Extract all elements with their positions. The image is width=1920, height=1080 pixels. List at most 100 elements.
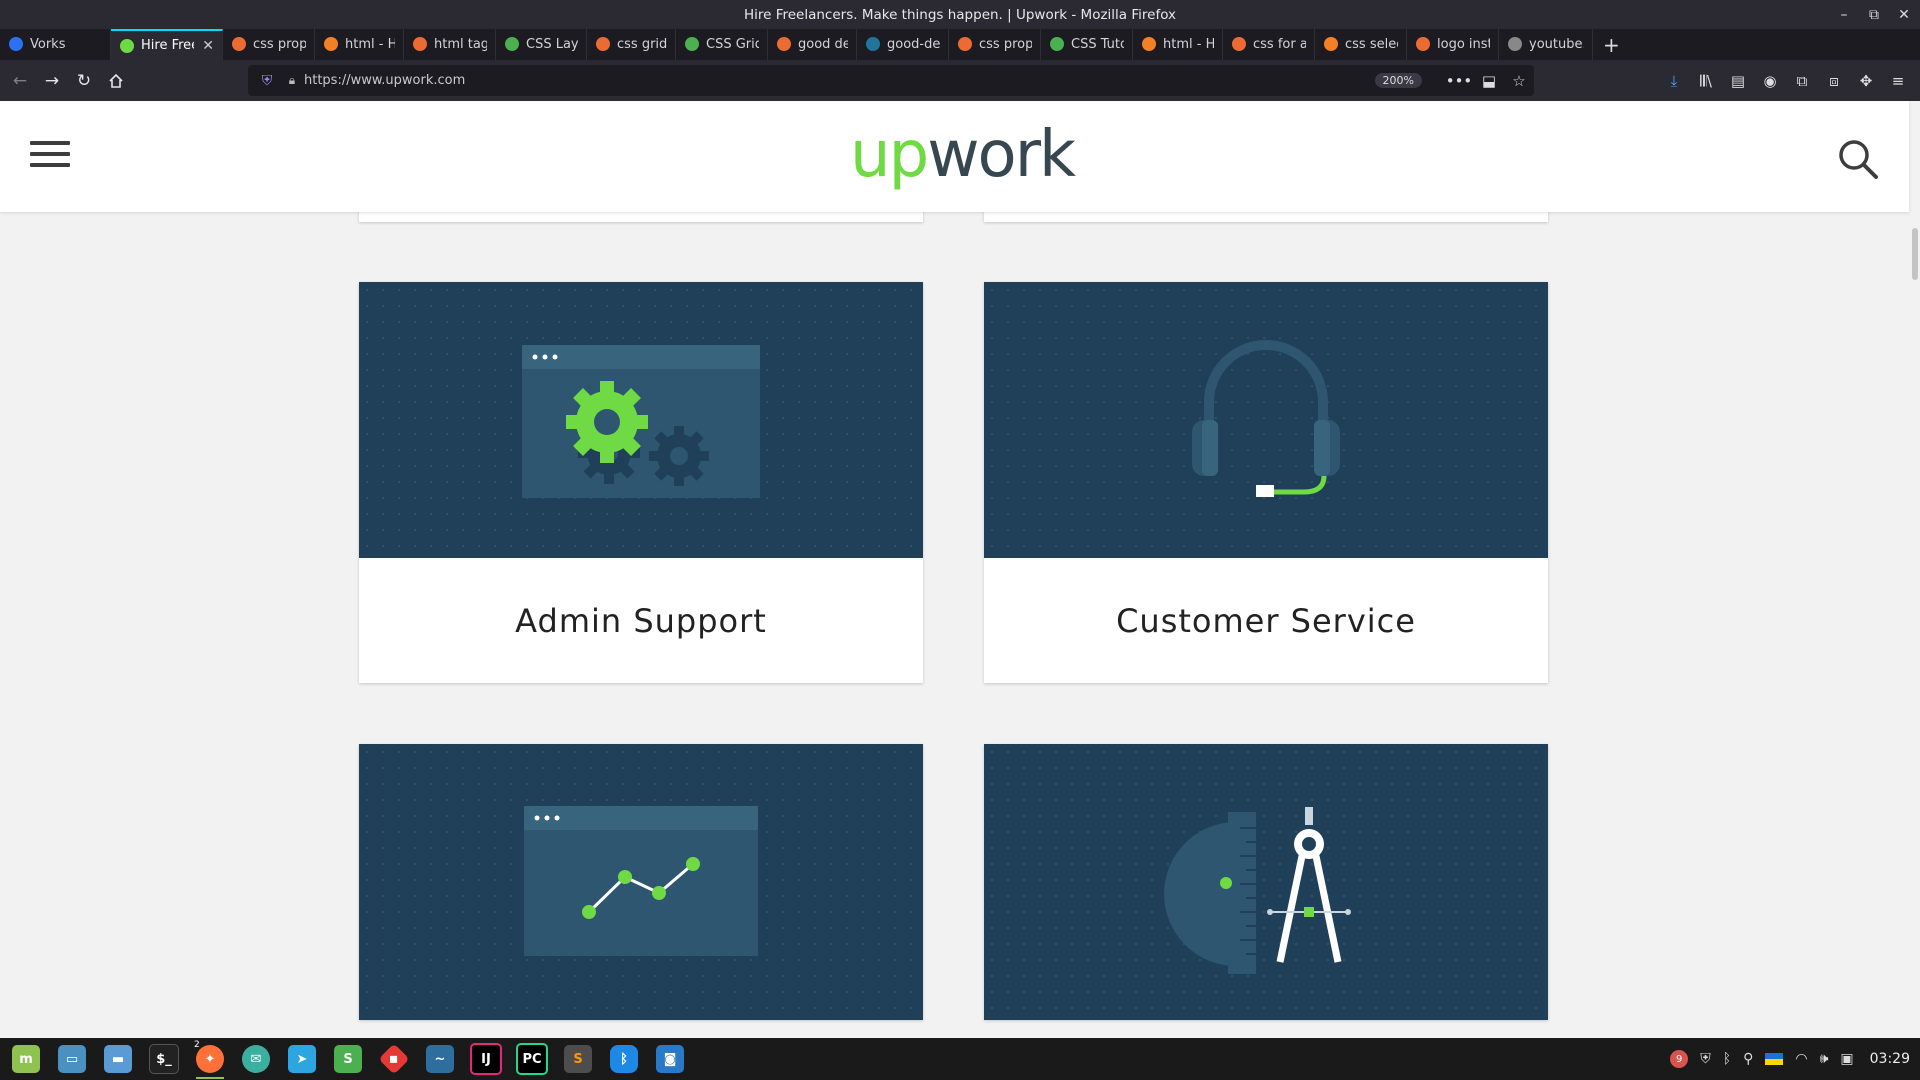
scrollbar-track[interactable]	[1909, 212, 1920, 1038]
forward-button[interactable]: →	[36, 65, 68, 97]
new-tab-button[interactable]: +	[1593, 29, 1630, 60]
bluetooth-icon: ᛒ	[610, 1045, 638, 1073]
browser-tab[interactable]: html - How	[315, 29, 404, 60]
category-card-admin-support[interactable]: Admin Support	[359, 282, 923, 683]
browser-tab[interactable]: css propert	[949, 29, 1041, 60]
volume-icon[interactable]: 🕪︎	[1820, 1051, 1829, 1067]
minimize-button[interactable]: –	[1836, 7, 1852, 23]
taskbar-slack[interactable]: S	[328, 1042, 368, 1076]
clipboard-icon[interactable]: ▣	[1840, 1051, 1853, 1067]
bluetooth-tray-icon[interactable]: ᛒ	[1723, 1051, 1731, 1067]
folder-icon: ▬	[104, 1045, 132, 1073]
library-icon[interactable]: 𝄃𝄃\	[1690, 72, 1722, 90]
taskbar-files[interactable]: ▬	[98, 1042, 138, 1076]
browser-tab[interactable]: CSS Grid Co	[676, 29, 768, 60]
sidebar-icon[interactable]: ▤	[1722, 72, 1754, 90]
card-illustration	[359, 744, 923, 1020]
category-label[interactable]: Customer Service	[984, 558, 1548, 683]
address-bar[interactable]: ⛨ 🔒︎ https://www.upwork.com 200% ••• ⬓ ☆	[248, 65, 1534, 96]
tracking-protection-icon[interactable]: ⛨	[254, 73, 280, 89]
scrollbar-thumb[interactable]	[1912, 228, 1918, 280]
analytics-chart-icon	[524, 806, 758, 956]
taskbar-telegram[interactable]: ➤	[282, 1042, 322, 1076]
taskbar-git[interactable]: ◆	[374, 1042, 414, 1076]
browser-tab[interactable]: css propert	[223, 29, 315, 60]
reload-button[interactable]: ↻	[68, 65, 100, 97]
browser-tab[interactable]: css for all c	[1223, 29, 1315, 60]
home-button[interactable]	[100, 65, 132, 97]
tab-label: CSS Layout	[526, 37, 578, 52]
menu-icon[interactable]: ≡	[1882, 72, 1914, 90]
clock[interactable]: 03:29	[1870, 1051, 1910, 1067]
pocket-icon[interactable]: ⬓	[1474, 72, 1504, 90]
browser-tab[interactable]: youtube.pr	[1499, 29, 1593, 60]
close-tab-icon[interactable]: ✕	[202, 38, 214, 54]
notification-badge[interactable]: 9	[1670, 1050, 1689, 1068]
firefox-icon: ✦	[196, 1045, 224, 1073]
taskbar-intellij[interactable]: IJ	[466, 1042, 506, 1076]
taskbar-screenshot[interactable]: ◙	[650, 1042, 690, 1076]
wifi-icon[interactable]: ◠	[1795, 1051, 1807, 1067]
tab-label: css selecto	[1345, 37, 1398, 52]
telegram-icon: ➤	[288, 1045, 316, 1073]
taskbar-mysql-workbench[interactable]: ~	[420, 1042, 460, 1076]
downloads-icon[interactable]: ⤓	[1658, 72, 1690, 90]
browser-tab[interactable]: good-deed	[857, 29, 949, 60]
taskbar-show-desktop[interactable]: ▭	[52, 1042, 92, 1076]
window-count-badge: 2	[194, 1040, 200, 1050]
toolbar-icons: ⤓ 𝄃𝄃\ ▤ ◉ ⧉ ⧈ ✥ ≡	[1658, 60, 1914, 101]
browser-tab[interactable]: Vorks	[0, 29, 111, 60]
search-icon[interactable]	[1836, 137, 1880, 181]
category-card-data-analytics[interactable]	[359, 744, 923, 1020]
lock-icon[interactable]: 🔒︎	[280, 73, 304, 88]
card-illustration	[359, 282, 923, 558]
tab-label: html - How	[345, 37, 395, 52]
category-label[interactable]: Admin Support	[359, 558, 923, 683]
taskbar-sublime-text[interactable]: S	[558, 1042, 598, 1076]
navigation-toolbar: ← → ↻ ⛨ 🔒︎ https://www.upwork.com 200% •…	[0, 60, 1920, 101]
mint-menu-icon: m	[12, 1045, 40, 1073]
tab-label: Vorks	[30, 37, 66, 52]
keyboard-layout-flag-icon[interactable]	[1765, 1053, 1784, 1065]
tab-label: CSS Tutoria	[1071, 37, 1124, 52]
browser-tab[interactable]: logo insta p	[1407, 29, 1499, 60]
taskbar-terminal[interactable]: $_	[144, 1042, 184, 1076]
tab-label: css for all c	[1253, 37, 1306, 52]
category-card-customer-service[interactable]: Customer Service	[984, 282, 1548, 683]
os-taskbar: m ▭ ▬ $_ 2 ✦ ✉ ➤ S ◆ ~ IJ PC S ᛒ ◙ 9 ⛨ ᛒ …	[0, 1038, 1920, 1080]
browser-tab[interactable]: CSS Tutoria	[1041, 29, 1133, 60]
zoom-level-badge[interactable]: 200%	[1374, 73, 1422, 88]
taskbar-bluetooth-manager[interactable]: ᛒ	[604, 1042, 644, 1076]
extensions-puzzle-icon[interactable]: ✥	[1850, 72, 1882, 90]
category-card-design[interactable]	[984, 744, 1548, 1020]
browser-tab[interactable]: good deed	[768, 29, 857, 60]
wordpress-icon	[866, 37, 880, 51]
duckduckgo-icon	[958, 37, 972, 51]
bookmark-star-icon[interactable]: ☆	[1504, 72, 1534, 90]
taskbar-mint-menu[interactable]: m	[6, 1042, 46, 1076]
browser-tab[interactable]: CSS Layout	[496, 29, 587, 60]
hamburger-menu-icon[interactable]	[30, 141, 70, 173]
location-icon[interactable]: ⚲	[1743, 1051, 1753, 1067]
w3schools-icon	[1050, 37, 1064, 51]
upwork-logo[interactable]: upwork	[850, 115, 1076, 195]
browser-tab[interactable]: html taglin	[404, 29, 496, 60]
browser-tab[interactable]: css grid wic	[587, 29, 676, 60]
page-actions-icon[interactable]: •••	[1444, 72, 1474, 90]
extension-icon[interactable]: ⧈	[1818, 72, 1850, 90]
close-window-button[interactable]: ✕	[1896, 7, 1912, 23]
taskbar-mail[interactable]: ✉	[236, 1042, 276, 1076]
browser-tab[interactable]: css selecto	[1315, 29, 1407, 60]
maximize-button[interactable]: ⧉	[1866, 7, 1882, 23]
back-button[interactable]: ←	[4, 65, 36, 97]
stackoverflow-icon	[1324, 37, 1338, 51]
browser-tab[interactable]: html - How	[1133, 29, 1223, 60]
taskbar-firefox[interactable]: 2 ✦	[190, 1040, 230, 1079]
translate-extension-icon[interactable]: ⧉	[1786, 72, 1818, 90]
taskbar-pycharm[interactable]: PC	[512, 1042, 552, 1076]
browser-tab[interactable]: Hire Freel ✕	[111, 29, 223, 60]
url-text[interactable]: https://www.upwork.com	[304, 73, 1375, 88]
headset-icon	[1192, 340, 1340, 497]
shield-icon[interactable]: ⛨	[1700, 1051, 1711, 1067]
account-icon[interactable]: ◉	[1754, 72, 1786, 90]
